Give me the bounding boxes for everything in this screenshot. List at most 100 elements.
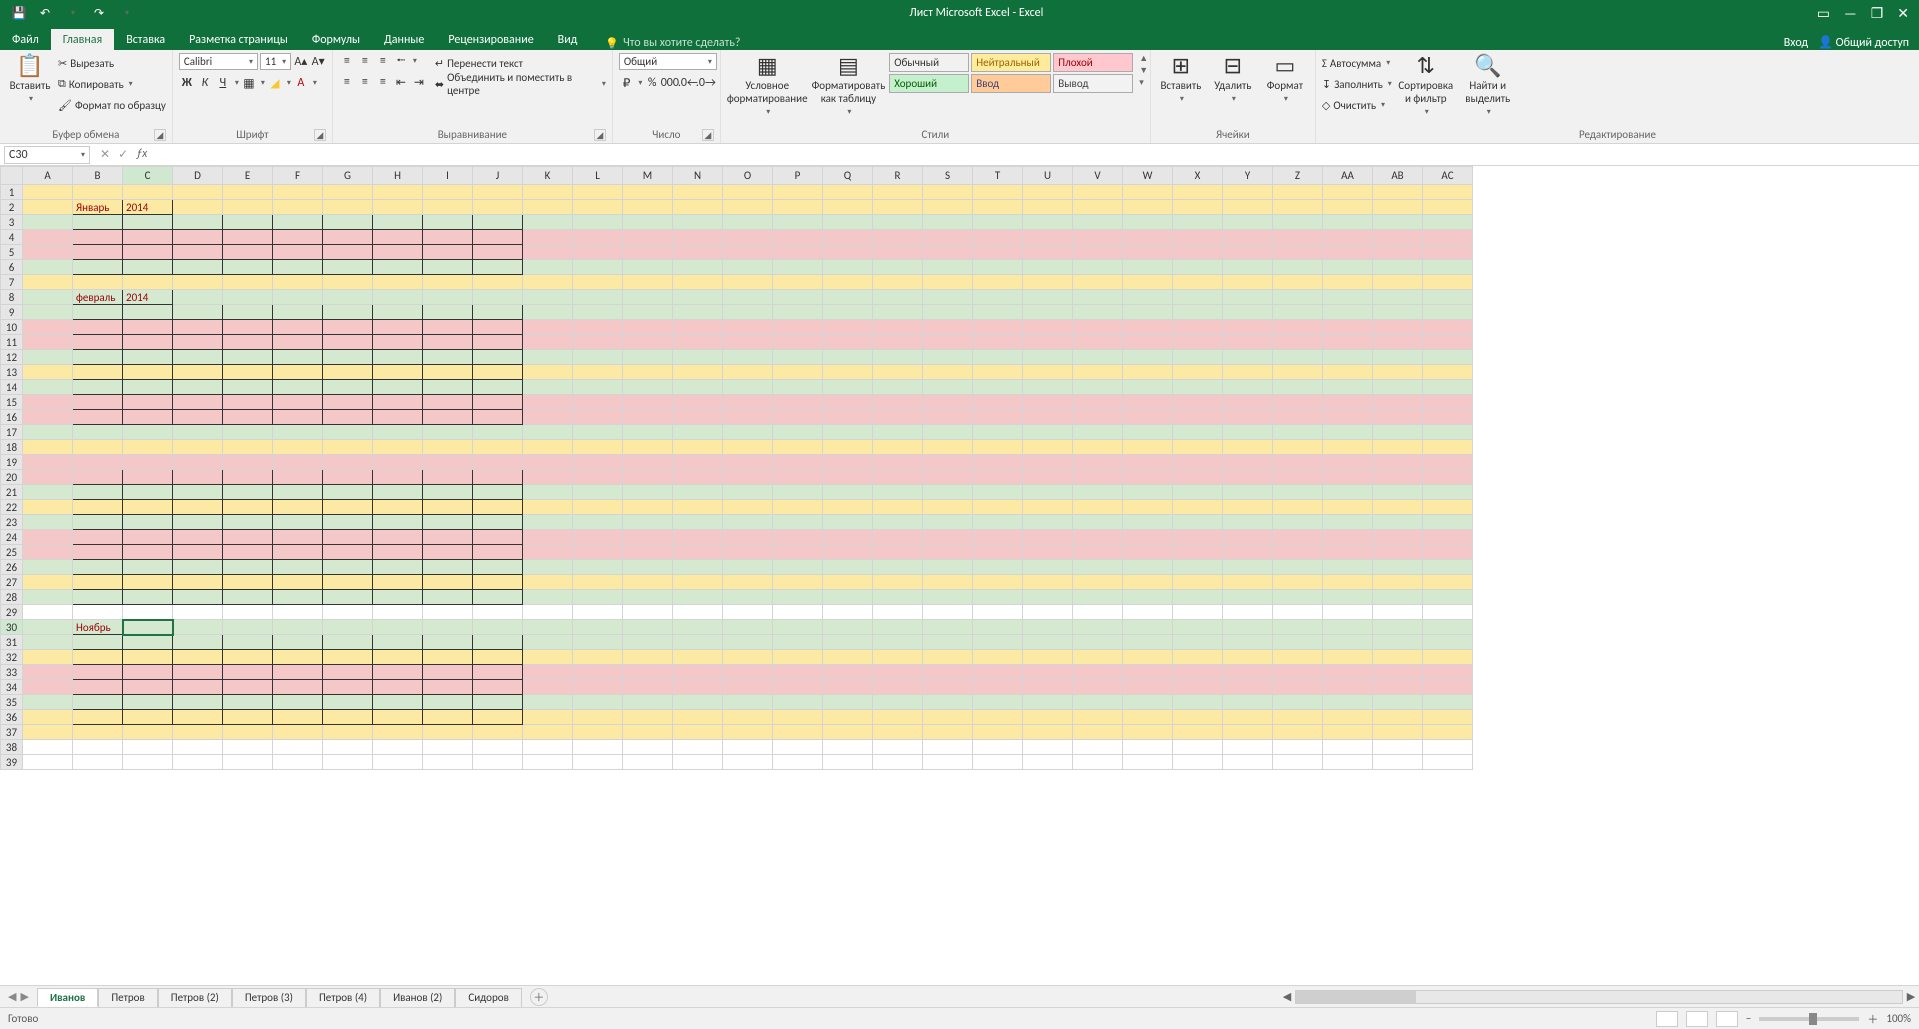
- cell[interactable]: [873, 740, 923, 755]
- cell-style-bad[interactable]: Плохой: [1053, 53, 1133, 72]
- cell-style-input[interactable]: Ввод: [971, 74, 1051, 93]
- cell[interactable]: [1123, 515, 1173, 530]
- cell[interactable]: [1023, 320, 1073, 335]
- cell[interactable]: [323, 575, 373, 590]
- cell[interactable]: [23, 305, 73, 320]
- cell[interactable]: [773, 335, 823, 350]
- column-header[interactable]: W: [1123, 167, 1173, 185]
- cell[interactable]: [1123, 650, 1173, 665]
- cancel-formula-icon[interactable]: ✕: [100, 147, 110, 162]
- cell[interactable]: [773, 470, 823, 485]
- cell[interactable]: [873, 380, 923, 395]
- cell[interactable]: [973, 395, 1023, 410]
- cell[interactable]: [873, 485, 923, 500]
- cell[interactable]: [1073, 275, 1123, 290]
- cell[interactable]: [1023, 200, 1073, 215]
- cell[interactable]: [573, 350, 623, 365]
- cell[interactable]: [273, 515, 323, 530]
- cell[interactable]: [223, 710, 273, 725]
- cell-style-neutral[interactable]: Нейтральный: [971, 53, 1051, 72]
- cell[interactable]: [1123, 215, 1173, 230]
- cell[interactable]: Январь: [73, 200, 123, 215]
- cell[interactable]: [473, 320, 523, 335]
- cell[interactable]: [773, 425, 823, 440]
- cell[interactable]: [623, 590, 673, 605]
- cell[interactable]: [1373, 500, 1423, 515]
- cell[interactable]: [323, 650, 373, 665]
- cell[interactable]: [923, 215, 973, 230]
- page-layout-view-button[interactable]: [1686, 1011, 1708, 1027]
- cell[interactable]: [723, 620, 773, 635]
- cell[interactable]: [223, 395, 273, 410]
- cell[interactable]: [973, 500, 1023, 515]
- cell[interactable]: [773, 560, 823, 575]
- cell[interactable]: [523, 695, 573, 710]
- align-middle-icon[interactable]: ≡: [357, 53, 373, 69]
- cell[interactable]: [523, 290, 573, 305]
- cell[interactable]: [823, 440, 873, 455]
- cell[interactable]: [1373, 650, 1423, 665]
- column-header[interactable]: Z: [1273, 167, 1323, 185]
- cell[interactable]: [1373, 365, 1423, 380]
- cell[interactable]: [173, 350, 223, 365]
- cell[interactable]: [273, 395, 323, 410]
- cell[interactable]: [623, 665, 673, 680]
- cell[interactable]: [723, 395, 773, 410]
- row-header[interactable]: 11: [1, 335, 23, 350]
- cell[interactable]: [323, 545, 373, 560]
- cell[interactable]: [1273, 620, 1323, 635]
- cell[interactable]: [1223, 305, 1273, 320]
- cell[interactable]: [1073, 710, 1123, 725]
- cell[interactable]: [673, 755, 723, 770]
- row-header[interactable]: 8: [1, 290, 23, 305]
- cell[interactable]: [1073, 695, 1123, 710]
- cell[interactable]: [1023, 515, 1073, 530]
- cell[interactable]: [373, 470, 423, 485]
- cell[interactable]: [1323, 425, 1373, 440]
- cell[interactable]: [23, 485, 73, 500]
- cell[interactable]: [1273, 365, 1323, 380]
- cell[interactable]: [1223, 260, 1273, 275]
- cell[interactable]: [1423, 410, 1473, 425]
- cell[interactable]: [173, 440, 223, 455]
- cell[interactable]: [123, 260, 173, 275]
- cell[interactable]: [723, 380, 773, 395]
- cell[interactable]: [973, 545, 1023, 560]
- cell[interactable]: [1323, 275, 1373, 290]
- cell-style-good[interactable]: Хороший: [889, 74, 969, 93]
- cell[interactable]: [723, 635, 773, 650]
- cell[interactable]: [223, 500, 273, 515]
- cell[interactable]: [973, 260, 1023, 275]
- cell[interactable]: [223, 455, 273, 470]
- cell[interactable]: [173, 500, 223, 515]
- cell[interactable]: [723, 455, 773, 470]
- cell[interactable]: [573, 365, 623, 380]
- cell[interactable]: [1073, 725, 1123, 740]
- row-header[interactable]: 18: [1, 440, 23, 455]
- cell[interactable]: [1323, 230, 1373, 245]
- cell[interactable]: [323, 230, 373, 245]
- cell[interactable]: [373, 665, 423, 680]
- cell[interactable]: [273, 215, 323, 230]
- cell[interactable]: [1323, 635, 1373, 650]
- cell[interactable]: [1223, 575, 1273, 590]
- new-sheet-button[interactable]: ＋: [530, 988, 548, 1006]
- cell[interactable]: [1123, 335, 1173, 350]
- decrease-font-icon[interactable]: A▾: [310, 54, 325, 70]
- cell[interactable]: [223, 425, 273, 440]
- row-header[interactable]: 2: [1, 200, 23, 215]
- cell[interactable]: [473, 740, 523, 755]
- cell[interactable]: [923, 425, 973, 440]
- cell[interactable]: [1173, 590, 1223, 605]
- cell[interactable]: [773, 275, 823, 290]
- cell[interactable]: [273, 650, 323, 665]
- cell[interactable]: [723, 740, 773, 755]
- cell[interactable]: [223, 575, 273, 590]
- cell[interactable]: [1073, 230, 1123, 245]
- cell[interactable]: [823, 485, 873, 500]
- cell[interactable]: [623, 320, 673, 335]
- cell[interactable]: [23, 710, 73, 725]
- cell[interactable]: [573, 425, 623, 440]
- cell[interactable]: [823, 650, 873, 665]
- cell[interactable]: [723, 560, 773, 575]
